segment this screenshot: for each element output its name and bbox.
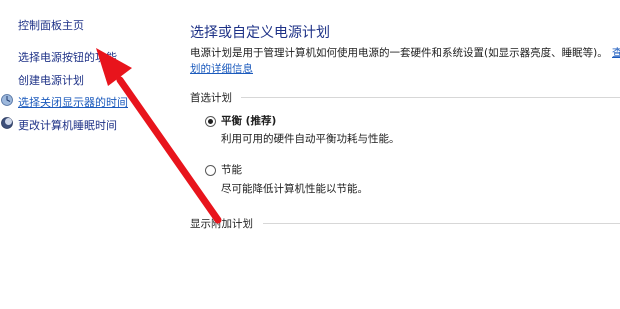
power-saver-plan-name[interactable]: 节能 <box>221 162 242 177</box>
preferred-plans-divider <box>241 97 620 98</box>
monitor-icon <box>1 94 13 106</box>
radio-selected-dot <box>208 119 213 124</box>
nav-create-power-plan[interactable]: 创建电源计划 <box>18 72 84 88</box>
page-title: 选择或自定义电源计划 <box>190 25 330 41</box>
balanced-plan-name[interactable]: 平衡 (推荐) <box>221 113 276 128</box>
moon-icon <box>1 117 13 129</box>
left-nav-pane: 控制面板主页 选择电源按钮的功能 创建电源计划 选择关闭显示器的时间 更改计算机… <box>0 0 180 309</box>
additional-plans-divider <box>263 223 620 224</box>
power-options-window: 控制面板主页 选择电源按钮的功能 创建电源计划 选择关闭显示器的时间 更改计算机… <box>0 0 620 309</box>
plan-details-link[interactable]: 划的详细信息 <box>190 61 253 76</box>
nav-control-panel-home[interactable]: 控制面板主页 <box>18 17 84 33</box>
balanced-plan-description: 利用可用的硬件自动平衡功耗与性能。 <box>221 133 400 145</box>
power-saver-plan-radio[interactable] <box>205 165 216 176</box>
page-description: 电源计划是用于管理计算机如何使用电源的一套硬件和系统设置(如显示器亮度、睡眠等)… <box>190 47 608 59</box>
nav-choose-display-off-time[interactable]: 选择关闭显示器的时间 <box>18 94 128 110</box>
balanced-plan-radio[interactable] <box>205 116 216 127</box>
show-additional-plans-toggle[interactable]: 显示附加计划 <box>190 216 253 231</box>
description-link-fragment[interactable]: 查 <box>612 45 620 60</box>
preferred-plans-heading: 首选计划 <box>190 92 232 104</box>
nav-choose-power-buttons[interactable]: 选择电源按钮的功能 <box>18 49 117 65</box>
nav-change-sleep-time[interactable]: 更改计算机睡眠时间 <box>18 117 117 133</box>
power-saver-plan-description: 尽可能降低计算机性能以节能。 <box>221 183 368 195</box>
